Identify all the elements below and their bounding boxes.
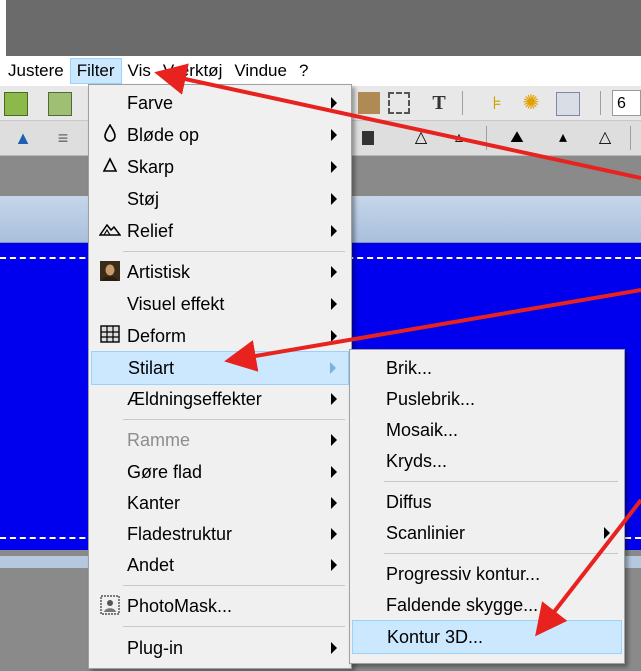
droplet-outline-icon xyxy=(99,123,121,146)
relief-icon xyxy=(98,220,122,242)
submenu-arrow-icon xyxy=(331,642,337,654)
sharpen-icon[interactable]: ▴ xyxy=(552,127,574,149)
submenu-arrow-icon xyxy=(331,97,337,109)
menu-vaerktoej[interactable]: Værktøj xyxy=(157,58,229,84)
menu-item-fladestruktur[interactable]: Fladestruktur xyxy=(91,518,349,550)
submenu-item-kontur-3d[interactable]: Kontur 3D... xyxy=(352,620,622,654)
menu-item-ramme[interactable]: Ramme xyxy=(91,424,349,456)
submenu-arrow-icon xyxy=(331,393,337,405)
menu-separator xyxy=(123,419,345,420)
submenu-arrow-icon xyxy=(331,193,337,205)
menu-item-andet[interactable]: Andet xyxy=(91,549,349,581)
window-icon[interactable] xyxy=(556,92,580,116)
contrast-icon[interactable] xyxy=(362,131,374,145)
submenu-arrow-icon xyxy=(330,362,336,374)
menu-separator xyxy=(123,585,345,586)
submenu-arrow-icon xyxy=(331,559,337,571)
submenu-arrow-icon xyxy=(331,330,337,342)
menu-separator xyxy=(123,251,345,252)
menu-item-visuel-effekt[interactable]: Visuel effekt xyxy=(91,288,349,320)
menubar: Justere Filter Vis Værktøj Vindue ? xyxy=(0,56,641,86)
photomask-icon xyxy=(99,595,121,617)
window-titlebar xyxy=(0,0,641,56)
submenu-item-mosaik[interactable]: Mosaik... xyxy=(352,414,622,446)
submenu-arrow-icon xyxy=(604,527,610,539)
submenu-item-diffus[interactable]: Diffus xyxy=(352,486,622,518)
menu-filter[interactable]: Filter xyxy=(69,58,122,84)
portrait-icon xyxy=(99,261,121,283)
menu-item-plug-in[interactable]: Plug-in xyxy=(91,632,349,664)
toolbar-separator xyxy=(462,91,463,115)
menu-item-aeldningseffekter[interactable]: Ældningseffekter xyxy=(91,383,349,415)
relief-tool-icon[interactable]: ⛰ xyxy=(506,127,528,149)
submenu-item-puslebrik[interactable]: Puslebrik... xyxy=(352,383,622,415)
menu-item-stoej[interactable]: Støj xyxy=(91,183,349,215)
submenu-arrow-icon xyxy=(331,434,337,446)
submenu-item-kryds[interactable]: Kryds... xyxy=(352,445,622,477)
submenu-arrow-icon xyxy=(331,497,337,509)
menu-item-bloede-op[interactable]: Bløde op xyxy=(91,119,349,151)
menu-item-stilart[interactable]: Stilart xyxy=(91,351,349,385)
toolbar-separator xyxy=(600,91,601,115)
menu-separator xyxy=(123,626,345,627)
gear-icon[interactable]: ✺ xyxy=(520,92,542,114)
submenu-item-brik[interactable]: Brik... xyxy=(352,352,622,384)
submenu-arrow-icon xyxy=(331,129,337,141)
triangle-outline-icon xyxy=(99,156,121,178)
menu-item-relief[interactable]: Relief xyxy=(91,215,349,247)
text-tool-icon[interactable]: T xyxy=(428,92,450,114)
menu-item-skarp[interactable]: Skarp xyxy=(91,151,349,183)
menu-item-deform[interactable]: Deform xyxy=(91,320,349,352)
menu-item-photomask[interactable]: PhotoMask... xyxy=(91,590,349,622)
menu-item-goere-flad[interactable]: Gøre flad xyxy=(91,456,349,488)
menu-separator xyxy=(384,553,618,554)
stilart-submenu: Brik... Puslebrik... Mosaik... Kryds... … xyxy=(349,349,625,664)
window-edge xyxy=(0,0,6,56)
image-icon[interactable] xyxy=(4,92,28,116)
menu-item-farve[interactable]: Farve xyxy=(91,87,349,119)
zoom-field[interactable]: 6 xyxy=(612,90,641,116)
menu-help[interactable]: ? xyxy=(293,58,314,84)
levels-icon[interactable]: ▲ xyxy=(12,127,34,149)
filter-menu: Farve Bløde op Skarp Støj Relief Artisti… xyxy=(88,84,352,669)
menu-separator xyxy=(384,481,618,482)
crop-icon[interactable] xyxy=(358,92,380,114)
selection-icon[interactable] xyxy=(388,92,410,114)
toolbar-separator xyxy=(630,126,631,150)
submenu-arrow-icon xyxy=(331,528,337,540)
menu-item-kanter[interactable]: Kanter xyxy=(91,487,349,519)
sliders-icon[interactable]: ≡ xyxy=(52,127,74,149)
grid-icon xyxy=(99,325,121,347)
menu-vindue[interactable]: Vindue xyxy=(228,58,293,84)
submenu-item-faldende-skygge[interactable]: Faldende skygge... xyxy=(352,589,622,621)
blur-icon[interactable]: △ xyxy=(410,127,432,149)
tree-icon[interactable]: ⊧ xyxy=(486,92,508,114)
submenu-item-progressiv-kontur[interactable]: Progressiv kontur... xyxy=(352,558,622,590)
menu-item-artistisk[interactable]: Artistisk xyxy=(91,256,349,288)
submenu-arrow-icon xyxy=(331,298,337,310)
menu-vis[interactable]: Vis xyxy=(122,58,157,84)
submenu-arrow-icon xyxy=(331,161,337,173)
submenu-arrow-icon xyxy=(331,466,337,478)
submenu-item-scanlinier[interactable]: Scanlinier xyxy=(352,517,622,549)
menu-justere[interactable]: Justere xyxy=(2,58,70,84)
blur-more-icon[interactable]: ▵ xyxy=(448,127,470,149)
toolbar-separator xyxy=(486,126,487,150)
sharpen-more-icon[interactable]: △ xyxy=(594,127,616,149)
image-stack-icon[interactable] xyxy=(48,92,72,116)
submenu-arrow-icon xyxy=(331,225,337,237)
submenu-arrow-icon xyxy=(331,266,337,278)
